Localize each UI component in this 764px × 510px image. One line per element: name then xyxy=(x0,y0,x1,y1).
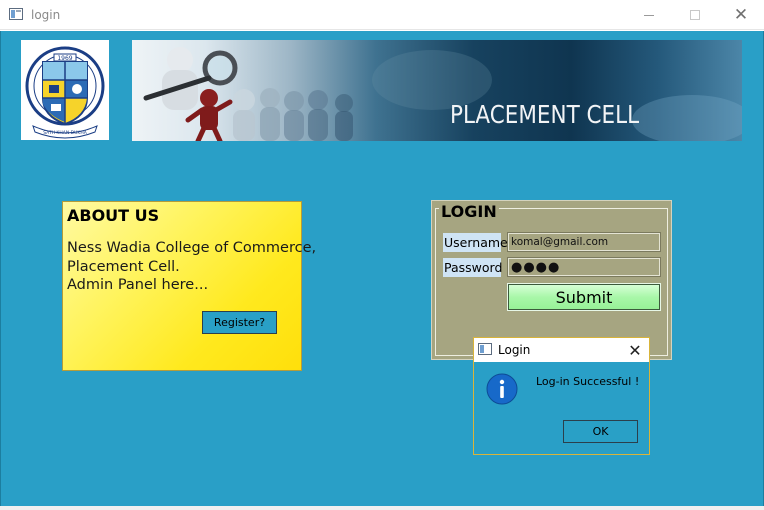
dialog-title: Login xyxy=(498,343,531,357)
login-success-dialog: Login ✕ Log-in Successful ! OK xyxy=(473,337,650,455)
close-icon: ✕ xyxy=(628,340,642,360)
dialog-message: Log-in Successful ! xyxy=(536,375,640,388)
username-field[interactable]: komal@gmail.com xyxy=(507,232,661,252)
minimize-icon xyxy=(644,14,654,16)
info-icon xyxy=(486,373,518,405)
window-bottom-edge xyxy=(0,506,764,510)
minimize-button[interactable] xyxy=(626,0,672,30)
logo-year: 1969 xyxy=(57,55,72,62)
close-button[interactable]: ✕ xyxy=(718,0,764,30)
logo-motto: SATH KHAN DUKHA xyxy=(43,130,88,136)
window-titlebar[interactable]: login ✕ xyxy=(0,0,764,30)
placement-banner: PLACEMENT CELL xyxy=(132,40,742,141)
banner-title: PLACEMENT CELL xyxy=(450,100,640,129)
window-title: login xyxy=(31,8,61,22)
about-line: Ness Wadia College of Commerce, xyxy=(67,240,317,256)
about-us-panel: ABOUT US Ness Wadia College of Commerce,… xyxy=(62,201,316,371)
dialog-window-icon xyxy=(478,343,492,355)
about-us-text: Ness Wadia College of Commerce, Placemen… xyxy=(67,239,316,295)
username-label: Username xyxy=(443,233,508,252)
app-window-icon xyxy=(9,8,23,20)
dialog-close-button[interactable]: ✕ xyxy=(625,340,645,360)
login-groupbox xyxy=(435,208,668,356)
password-field[interactable]: ●●●● xyxy=(507,257,661,277)
magnifier-and-people-illustration xyxy=(143,47,742,141)
maximize-button[interactable] xyxy=(672,0,718,30)
login-title: LOGIN xyxy=(439,202,499,221)
password-label: Password xyxy=(443,258,503,277)
about-us-title: ABOUT US xyxy=(67,206,160,225)
college-crest-emblem: 1969 SATH KHAN DUKHA xyxy=(25,46,105,139)
register-button[interactable]: Register? xyxy=(202,311,277,334)
submit-button[interactable]: Submit xyxy=(507,283,661,311)
college-logo: 1969 SATH KHAN DUKHA xyxy=(21,40,109,140)
about-line: Admin Panel here... xyxy=(67,277,209,293)
dialog-titlebar[interactable]: Login ✕ xyxy=(474,338,649,362)
ok-button[interactable]: OK xyxy=(563,420,638,443)
login-panel: LOGIN Username komal@gmail.com Password … xyxy=(431,200,672,360)
about-line: Placement Cell. xyxy=(67,258,180,275)
maximize-icon xyxy=(690,10,700,20)
close-icon: ✕ xyxy=(733,4,749,25)
